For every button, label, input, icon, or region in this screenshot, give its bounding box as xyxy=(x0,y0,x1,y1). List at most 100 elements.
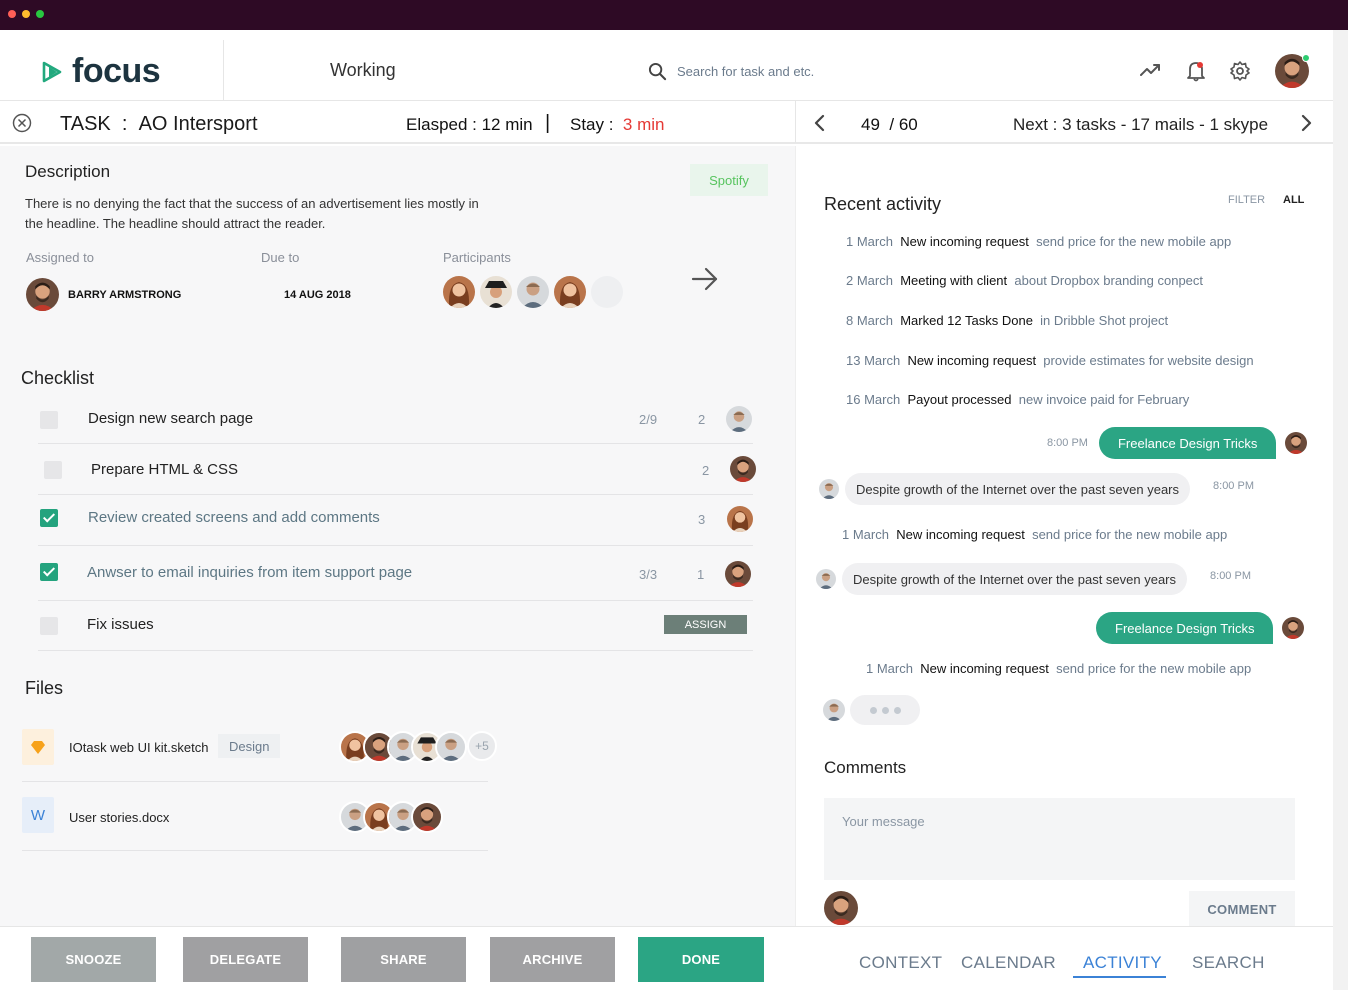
search-input[interactable] xyxy=(677,64,977,79)
header-divider xyxy=(223,40,224,100)
due-label: Due to xyxy=(261,250,300,265)
all-filter-button[interactable]: ALL xyxy=(1283,194,1304,206)
elapsed-time: Elasped : 12 min xyxy=(406,115,533,134)
tab-context[interactable]: CONTEXT xyxy=(859,953,942,973)
arrow-right-icon[interactable] xyxy=(691,266,719,292)
collaborator-avatar[interactable] xyxy=(435,731,467,763)
assignee[interactable]: BARRY ARMSTRONG xyxy=(26,278,181,311)
more-collaborators-badge[interactable]: +5 xyxy=(467,731,497,761)
message-bubble[interactable]: Freelance Design Tricks xyxy=(1098,427,1277,459)
due-date[interactable]: 14 AUG 2018 xyxy=(284,289,351,301)
comment-count: 2 xyxy=(702,463,710,478)
window-maximize-button[interactable] xyxy=(36,10,44,18)
file-item[interactable]: IOtask web UI kit.sketch Design +5 xyxy=(22,714,497,782)
recent-activity-title: Recent activity xyxy=(824,194,942,214)
message-bubble[interactable]: Despite growth of the Internet over the … xyxy=(842,563,1188,595)
activity-detail: send price for the new mobile app xyxy=(1036,234,1232,249)
active-tab-indicator xyxy=(1073,976,1166,978)
search-bar xyxy=(648,62,977,81)
window-close-button[interactable] xyxy=(8,10,16,18)
gear-icon[interactable] xyxy=(1230,61,1250,81)
task-prefix: TASK xyxy=(60,113,111,135)
sender-avatar[interactable] xyxy=(816,569,836,589)
trend-icon[interactable] xyxy=(1140,62,1160,78)
activity-entry[interactable]: 2 March Meeting with client about Dropbo… xyxy=(846,273,1203,288)
description-text: There is no denying the fact that the su… xyxy=(25,196,479,231)
logo[interactable]: focus xyxy=(40,52,161,91)
checklist-item[interactable]: Prepare HTML & CSS 2 xyxy=(38,445,753,495)
checklist-item[interactable]: Anwser to email inquiries from item supp… xyxy=(38,546,753,601)
activity-detail: in Dribble Shot project xyxy=(1040,313,1169,328)
chat-message-outgoing: 8:00 PM Freelance Design Tricks xyxy=(1047,427,1307,459)
delegate-button[interactable]: DELEGATE xyxy=(183,937,308,982)
sender-avatar[interactable] xyxy=(1282,617,1304,639)
message-bubble[interactable]: Despite growth of the Internet over the … xyxy=(845,473,1191,505)
add-participant-placeholder[interactable] xyxy=(591,276,623,308)
item-owner-avatar[interactable] xyxy=(726,406,752,432)
assign-button[interactable]: ASSIGN xyxy=(664,615,747,634)
project-tag[interactable]: Spotify xyxy=(690,164,768,196)
comment-input[interactable] xyxy=(824,798,1295,880)
activity-entry[interactable]: 1 March New incoming request send price … xyxy=(842,527,1227,542)
app-header: focus Working xyxy=(0,40,1333,100)
file-name[interactable]: User stories.docx xyxy=(69,810,169,825)
file-item[interactable]: W User stories.docx xyxy=(22,782,488,851)
checkbox[interactable] xyxy=(44,461,62,479)
activity-entry[interactable]: 1 March New incoming request send price … xyxy=(866,661,1251,676)
filter-button[interactable]: FILTER xyxy=(1228,194,1265,206)
archive-button[interactable]: ARCHIVE xyxy=(490,937,615,982)
sender-avatar[interactable] xyxy=(1285,432,1307,454)
activity-entry[interactable]: 16 March Payout processed new invoice pa… xyxy=(846,392,1189,407)
window-minimize-button[interactable] xyxy=(22,10,30,18)
snooze-button[interactable]: SNOOZE xyxy=(31,937,156,982)
checklist-item-label: Review created screens and add comments xyxy=(88,509,380,526)
participant-avatar[interactable] xyxy=(480,276,512,308)
collaborator-avatar[interactable] xyxy=(411,801,443,833)
search-icon[interactable] xyxy=(648,62,667,81)
item-owner-avatar[interactable] xyxy=(725,561,751,587)
page-title: Working xyxy=(330,60,396,80)
checkbox[interactable] xyxy=(40,411,58,429)
message-time: 8:00 PM xyxy=(1213,480,1254,492)
chevron-left-icon[interactable] xyxy=(812,113,828,133)
comment-button[interactable]: COMMENT xyxy=(1189,891,1295,927)
message-bubble[interactable]: Freelance Design Tricks xyxy=(1096,612,1274,644)
share-button[interactable]: SHARE xyxy=(341,937,466,982)
activity-detail: provide estimates for website design xyxy=(1043,353,1254,368)
activity-entry[interactable]: 1 March New incoming request send price … xyxy=(846,234,1231,249)
checkbox-checked[interactable] xyxy=(40,509,58,527)
activity-entry[interactable]: 13 March New incoming request provide es… xyxy=(846,353,1254,368)
participant-avatar[interactable] xyxy=(554,276,586,308)
checkbox[interactable] xyxy=(40,617,58,635)
file-tag[interactable]: Design xyxy=(218,734,281,758)
stay-label: Stay : xyxy=(570,115,614,134)
item-owner-avatar[interactable] xyxy=(730,456,756,482)
description-title: Description xyxy=(25,162,111,181)
checkbox-checked[interactable] xyxy=(40,563,58,581)
activity-entry[interactable]: 8 March Marked 12 Tasks Done in Dribble … xyxy=(846,313,1168,328)
tab-search[interactable]: SEARCH xyxy=(1192,953,1265,973)
done-button[interactable]: DONE xyxy=(638,937,764,982)
participant-avatar[interactable] xyxy=(443,276,475,308)
participant-avatar[interactable] xyxy=(517,276,549,308)
task-name: AO Intersport xyxy=(138,113,258,135)
checklist-item[interactable]: Fix issues ASSIGN xyxy=(38,601,753,651)
sender-avatar[interactable] xyxy=(823,699,845,721)
file-name[interactable]: IOtask web UI kit.sketch xyxy=(69,740,208,755)
tab-activity[interactable]: ACTIVITY xyxy=(1083,953,1162,973)
checklist-item-label: Anwser to email inquiries from item supp… xyxy=(87,564,413,581)
window-edge xyxy=(1333,30,1348,990)
typing-dots xyxy=(850,695,920,725)
close-task-icon[interactable] xyxy=(12,113,32,133)
task-total: / 60 xyxy=(889,115,918,134)
checklist-item[interactable]: Review created screens and add comments … xyxy=(38,496,753,546)
item-owner-avatar[interactable] xyxy=(727,506,753,532)
comment-count: 2 xyxy=(698,412,706,427)
tab-calendar[interactable]: CALENDAR xyxy=(961,953,1056,973)
checklist-item[interactable]: Design new search page 2/9 2 xyxy=(38,394,753,444)
footer-bar: SNOOZE DELEGATE SHARE ARCHIVE DONE CONTE… xyxy=(0,926,1333,990)
sender-avatar[interactable] xyxy=(819,479,839,499)
chevron-right-icon[interactable] xyxy=(1298,113,1314,133)
chat-message-outgoing: Freelance Design Tricks xyxy=(1096,612,1304,644)
bell-icon[interactable] xyxy=(1186,60,1206,82)
